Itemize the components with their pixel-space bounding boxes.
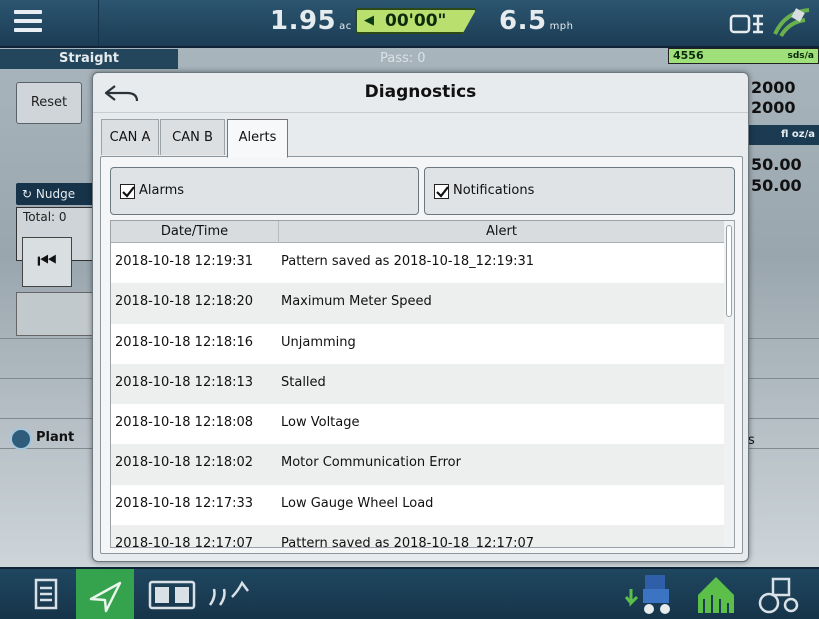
flow-unit: fl oz/a: [740, 125, 819, 145]
previous-icon[interactable]: ⏮: [22, 237, 72, 287]
seed-rate-bar[interactable]: 4556 sds/a: [668, 48, 819, 64]
speed-readout[interactable]: 6.5 mph: [499, 6, 574, 36]
seed-unit: sds/a: [787, 51, 814, 61]
planter-icon[interactable]: [624, 569, 681, 619]
alarms-checkbox[interactable]: [120, 184, 135, 199]
menu-hamburger-icon[interactable]: [14, 10, 42, 34]
alarms-label: Alarms: [139, 183, 185, 198]
bottom-nav-bar: [0, 567, 819, 619]
nudge-label: Nudge: [35, 187, 76, 201]
nudge-button[interactable]: ↻ Nudge: [16, 183, 98, 205]
rate-value: 2000: [751, 98, 796, 117]
tab-can-b[interactable]: CAN B: [160, 119, 225, 155]
row-alert: Unjamming: [281, 334, 356, 350]
flow-value: 50.00: [751, 176, 802, 195]
seed-count: 4556: [673, 49, 704, 62]
alerts-panel: Alarms Notifications Date/Time Alert 201…: [100, 156, 743, 554]
dialog-header: Diagnostics: [93, 73, 748, 113]
speed-unit: mph: [549, 21, 574, 32]
row-alert: Maximum Meter Speed: [281, 294, 432, 310]
diagnostics-dialog: Diagnostics CAN A CAN B Alerts Alarms No…: [92, 72, 749, 562]
row-datetime: 2018-10-18 12:17:07: [115, 536, 254, 548]
guidance-navigation-icon[interactable]: [76, 569, 134, 619]
top-bar-divider: [98, 0, 99, 46]
yield-arrow-icon[interactable]: [688, 569, 744, 619]
timer-value: 00'00": [385, 11, 447, 31]
rate-value: 2000: [751, 78, 796, 97]
row-datetime: 2018-10-18 12:18:08: [115, 415, 254, 431]
alerts-table[interactable]: Date/Time Alert 2018-10-18 12:19:31 Patte…: [110, 220, 735, 548]
status-icons[interactable]: [725, 6, 815, 40]
total-label: Total: 0: [23, 210, 67, 224]
table-scrollbar[interactable]: [724, 221, 734, 547]
tab-alerts[interactable]: Alerts: [227, 119, 288, 158]
flow-value: 50.00: [751, 155, 802, 174]
speed-value: 6.5: [499, 6, 547, 36]
partial-label: s: [748, 433, 755, 448]
notifications-label: Notifications: [453, 183, 535, 198]
seed-rows-icon[interactable]: [202, 569, 258, 619]
area-unit: ac: [339, 21, 352, 32]
table-row[interactable]: 2018-10-18 12:18:08 Low Voltage: [111, 404, 724, 445]
table-body: 2018-10-18 12:19:31 Pattern saved as 2018…: [111, 243, 724, 548]
table-row[interactable]: 2018-10-18 12:18:13 Stalled: [111, 363, 724, 405]
row-datetime: 2018-10-18 12:18:20: [115, 294, 254, 310]
reset-button[interactable]: Reset: [16, 82, 82, 124]
row-alert: Low Voltage: [281, 415, 360, 431]
row-alert: Pattern saved as 2018-10-18_12:19:31: [281, 254, 535, 269]
arrow-left-icon: ◀: [364, 13, 374, 28]
table-row[interactable]: 2018-10-18 12:18:16 Unjamming: [111, 323, 724, 364]
planting-label[interactable]: Plant: [0, 422, 100, 462]
split-screen-icon[interactable]: [144, 569, 200, 619]
tractor-icon[interactable]: [751, 569, 807, 619]
scrollbar-thumb[interactable]: [726, 225, 732, 317]
notes-document-icon[interactable]: [18, 569, 74, 619]
dialog-title: Diagnostics: [364, 82, 477, 102]
area-readout[interactable]: 1.95 ac: [270, 6, 352, 36]
notifications-filter-toggle[interactable]: Notifications: [424, 167, 735, 215]
checkmark-icon: [436, 186, 449, 198]
timer-readout[interactable]: ◀ 00'00": [355, 8, 477, 34]
area-value: 1.95: [270, 6, 337, 36]
row-datetime: 2018-10-18 12:19:31: [115, 254, 254, 269]
table-row[interactable]: 2018-10-18 12:19:31 Pattern saved as 2018…: [111, 243, 724, 284]
column-header-alert[interactable]: Alert: [279, 221, 724, 243]
row-datetime: 2018-10-18 12:18:16: [115, 334, 254, 350]
table-row[interactable]: 2018-10-18 12:17:33 Low Gauge Wheel Load: [111, 484, 724, 526]
satellite-icon: [729, 8, 810, 38]
table-row[interactable]: 2018-10-18 12:18:20 Maximum Meter Speed: [111, 283, 724, 324]
table-header: Date/Time Alert: [111, 221, 724, 243]
table-row[interactable]: 2018-10-18 12:18:02 Motor Communication E…: [111, 444, 724, 485]
table-row[interactable]: 2018-10-18 12:17:07 Pattern saved as 2018…: [111, 525, 724, 548]
row-datetime: 2018-10-18 12:18:13: [115, 374, 254, 390]
row-alert: Motor Communication Error: [281, 455, 461, 471]
notifications-checkbox[interactable]: [434, 184, 449, 199]
swap-button[interactable]: [16, 292, 98, 336]
row-datetime: 2018-10-18 12:18:02: [115, 455, 254, 471]
guidance-mode-label[interactable]: Straight: [0, 49, 178, 69]
checkmark-icon: [122, 186, 135, 198]
row-alert: Pattern saved as 2018-10-18_12:17:07: [281, 536, 535, 548]
row-datetime: 2018-10-18 12:17:33: [115, 495, 254, 511]
tab-can-a[interactable]: CAN A: [101, 119, 159, 155]
pass-counter: Pass: 0: [380, 51, 426, 66]
column-header-datetime[interactable]: Date/Time: [111, 221, 279, 243]
row-alert: Low Gauge Wheel Load: [281, 495, 434, 511]
alarms-filter-toggle[interactable]: Alarms: [110, 167, 419, 215]
row-alert: Stalled: [281, 374, 326, 390]
top-status-bar: 1.95 ac ◀ 00'00" 6.5 mph: [0, 0, 819, 48]
